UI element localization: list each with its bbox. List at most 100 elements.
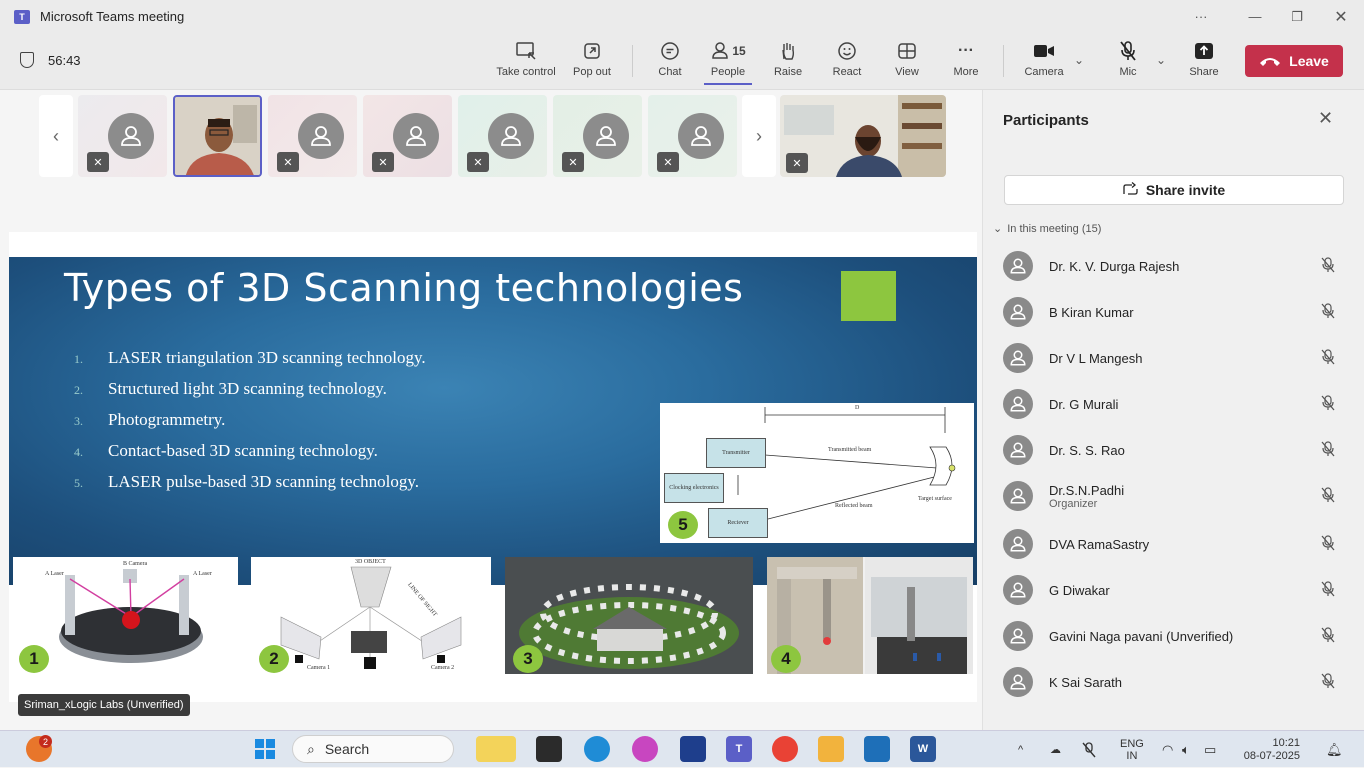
raise-hand-icon — [778, 39, 798, 63]
mic-muted-icon — [1320, 534, 1336, 554]
participant-tile[interactable]: ✕ — [268, 95, 357, 177]
chevron-left-icon: ‹ — [53, 125, 59, 146]
shield-icon — [20, 52, 34, 68]
chrome-icon[interactable] — [772, 736, 798, 762]
target-surface-label: Target surface — [918, 496, 952, 502]
language-indicator[interactable]: ENG IN — [1120, 731, 1144, 768]
show-hidden-icons[interactable]: ^ — [1018, 731, 1023, 768]
timer-text: 56:43 — [48, 52, 81, 68]
camera-button[interactable]: Camera — [1020, 39, 1068, 85]
phone-hangup-icon — [1260, 58, 1281, 66]
clock-time: 10:21 — [1272, 736, 1300, 749]
minimize-icon[interactable]: — — [1232, 0, 1278, 33]
mic-options-chevron-icon[interactable]: ⌄ — [1156, 53, 1166, 67]
participant-tile-video[interactable] — [173, 95, 262, 177]
participant-tile[interactable]: ✕ — [363, 95, 452, 177]
chat-button[interactable]: Chat — [652, 39, 688, 85]
clocking-electronics-box: Clocking electronics — [664, 473, 724, 503]
reflected-beam-label: Reflected beam — [835, 503, 873, 509]
avatar-icon — [488, 113, 534, 159]
react-button[interactable]: React — [829, 39, 865, 85]
store-icon[interactable] — [680, 736, 706, 762]
mic-label: Mic — [1119, 66, 1137, 78]
leave-button[interactable]: Leave — [1245, 45, 1343, 77]
camera-options-chevron-icon[interactable]: ⌄ — [1074, 53, 1084, 67]
participant-row[interactable]: Dr. G Murali — [1003, 383, 1348, 425]
avatar-icon — [1003, 529, 1033, 559]
people-button[interactable]: 15 People — [704, 39, 752, 85]
slide-list-item: 1. LASER triangulation 3D scanning techno… — [74, 348, 426, 367]
transmitter-box: Transmitter — [706, 438, 766, 468]
pop-out-button[interactable]: Pop out — [569, 39, 615, 85]
react-label: React — [832, 66, 862, 78]
shared-screen-slide: Types of 3D Scanning technologies 1. LASE… — [9, 232, 977, 702]
share-invite-button[interactable]: Share invite — [1004, 175, 1344, 205]
in-meeting-section-header[interactable]: ⌄ In this meeting (15) — [993, 222, 1101, 235]
task-view-icon[interactable] — [536, 736, 562, 762]
dell-app-icon[interactable] — [864, 736, 890, 762]
copilot-icon[interactable] — [632, 736, 658, 762]
mic-muted-tray-icon[interactable] — [1082, 731, 1096, 768]
restore-icon[interactable]: ❐ — [1274, 0, 1320, 33]
notifications-icon[interactable]: 🔔︎ — [1326, 731, 1343, 768]
meeting-toolbar: 56:43 Take control Pop out Chat 15 Peopl… — [0, 33, 1364, 90]
participant-name: Dr. G Murali — [1049, 396, 1119, 412]
avatar-icon — [1003, 667, 1033, 697]
wifi-icon[interactable]: ◠ — [1162, 731, 1173, 768]
taskbar-search-box[interactable]: ⌕ Search — [292, 735, 454, 763]
widgets-icon[interactable] — [476, 736, 516, 762]
battery-icon[interactable]: ▭ — [1204, 731, 1216, 768]
close-window-icon[interactable]: ✕ — [1318, 0, 1364, 33]
close-panel-icon[interactable]: ✕ — [1318, 108, 1333, 129]
windows-start-icon[interactable] — [252, 736, 278, 762]
gallery-prev-button[interactable]: ‹ — [39, 95, 73, 177]
participant-tile[interactable]: ✕ — [78, 95, 167, 177]
participant-row[interactable]: G Diwakar — [1003, 569, 1348, 611]
participant-row[interactable]: DVA RamaSastry — [1003, 523, 1348, 565]
slide-badge-2: 2 — [259, 645, 289, 673]
edge-browser-icon[interactable] — [584, 736, 610, 762]
mic-muted-icon — [1320, 580, 1336, 600]
pop-out-icon — [582, 39, 602, 63]
participant-role: Organizer — [1049, 497, 1098, 510]
take-control-button[interactable]: Take control — [494, 39, 558, 85]
transmitted-beam-label: Transmitted beam — [828, 447, 872, 453]
word-icon[interactable]: W — [910, 736, 936, 762]
volume-icon[interactable]: 🔈︎ — [1182, 731, 1190, 768]
participant-tile[interactable]: ✕ — [553, 95, 642, 177]
more-icon: ··· — [958, 42, 974, 59]
participant-row[interactable]: K Sai Sarath — [1003, 661, 1348, 703]
window-more-button[interactable]: ··· — [1178, 0, 1224, 33]
people-icon: 15 — [710, 39, 746, 63]
participant-tile-video[interactable]: ✕ — [780, 95, 946, 177]
participant-row[interactable]: Dr. K. V. Durga Rajesh — [1003, 245, 1348, 287]
participant-tile[interactable]: ✕ — [458, 95, 547, 177]
raise-hand-button[interactable]: Raise — [770, 39, 806, 85]
picture2-label: Camera 1 — [307, 665, 331, 671]
share-label: Share — [1189, 66, 1219, 78]
cloud-status-icon[interactable]: ☁ — [1050, 731, 1061, 768]
picture1-label: B Camera — [123, 561, 148, 567]
view-button[interactable]: View — [889, 39, 925, 85]
mic-button[interactable]: Mic — [1110, 39, 1146, 85]
clock[interactable]: 10:21 08-07-2025 — [1240, 731, 1300, 768]
mic-muted-icon: ✕ — [786, 153, 808, 173]
participant-row[interactable]: B Kiran Kumar — [1003, 291, 1348, 333]
leave-label: Leave — [1289, 53, 1329, 69]
file-explorer-icon[interactable] — [818, 736, 844, 762]
share-invite-label: Share invite — [1145, 182, 1226, 198]
pop-out-label: Pop out — [573, 66, 611, 78]
participant-tile[interactable]: ✕ — [648, 95, 737, 177]
mic-muted-icon — [1320, 348, 1336, 368]
participant-row[interactable]: Gavini Naga pavani (Unverified) — [1003, 615, 1348, 657]
gallery-next-button[interactable]: › — [742, 95, 776, 177]
photogrammetry-picture: 3 — [505, 557, 753, 674]
slide-list-item: 2. Structured light 3D scanning technolog… — [74, 379, 387, 398]
more-button[interactable]: ··· More — [948, 39, 984, 85]
teams-taskbar-icon[interactable]: T — [726, 736, 752, 762]
slide-list-item: 4. Contact-based 3D scanning technology. — [74, 441, 378, 460]
share-button[interactable]: Share — [1184, 39, 1224, 85]
participant-row[interactable]: Dr. S. S. Rao — [1003, 429, 1348, 471]
participant-row[interactable]: Dr V L Mangesh — [1003, 337, 1348, 379]
participant-row[interactable]: Dr.S.N.Padhi Organizer — [1003, 475, 1348, 517]
